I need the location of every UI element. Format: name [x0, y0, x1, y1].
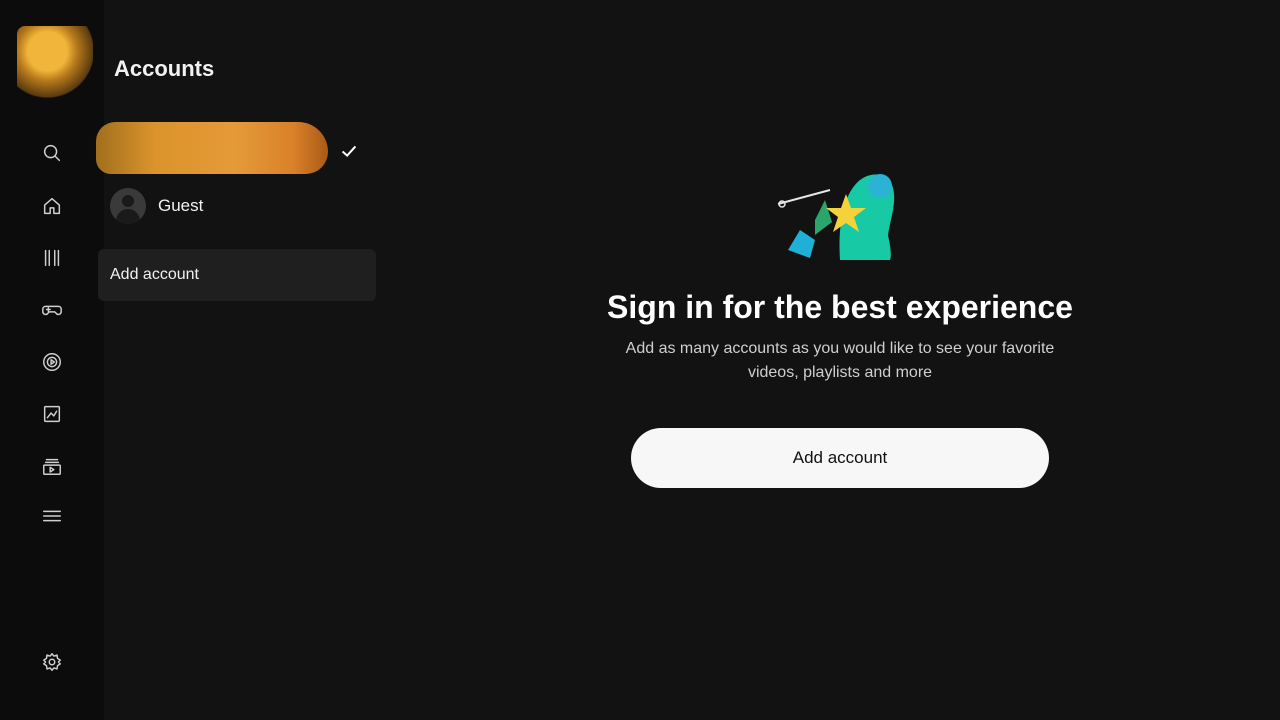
settings-icon[interactable]	[36, 646, 68, 678]
add-account-menu-label: Add account	[110, 266, 199, 283]
shorts-icon[interactable]	[36, 242, 68, 274]
accounts-panel	[104, 0, 380, 720]
music-icon[interactable]	[36, 346, 68, 378]
menu-icon[interactable]	[36, 500, 68, 532]
add-account-button[interactable]: Add account	[631, 428, 1049, 488]
profile-avatar[interactable]	[17, 26, 93, 98]
sign-in-illustration-icon	[777, 174, 895, 260]
accounts-screen: Accounts Guest Add account Sign in for t…	[0, 0, 1280, 720]
guest-account-label[interactable]: Guest	[158, 196, 203, 216]
guest-avatar[interactable]	[110, 188, 146, 224]
library-icon[interactable]	[36, 398, 68, 430]
current-account-item[interactable]	[96, 122, 328, 174]
icon-rail	[0, 0, 104, 720]
subtext: Add as many accounts as you would like t…	[625, 340, 1055, 381]
headline: Sign in for the best experience	[607, 289, 1073, 325]
home-icon[interactable]	[36, 190, 68, 222]
checkmark-icon	[338, 140, 364, 166]
page-title: Accounts	[114, 56, 215, 81]
search-icon[interactable]	[36, 137, 68, 169]
subscriptions-icon[interactable]	[36, 450, 68, 482]
